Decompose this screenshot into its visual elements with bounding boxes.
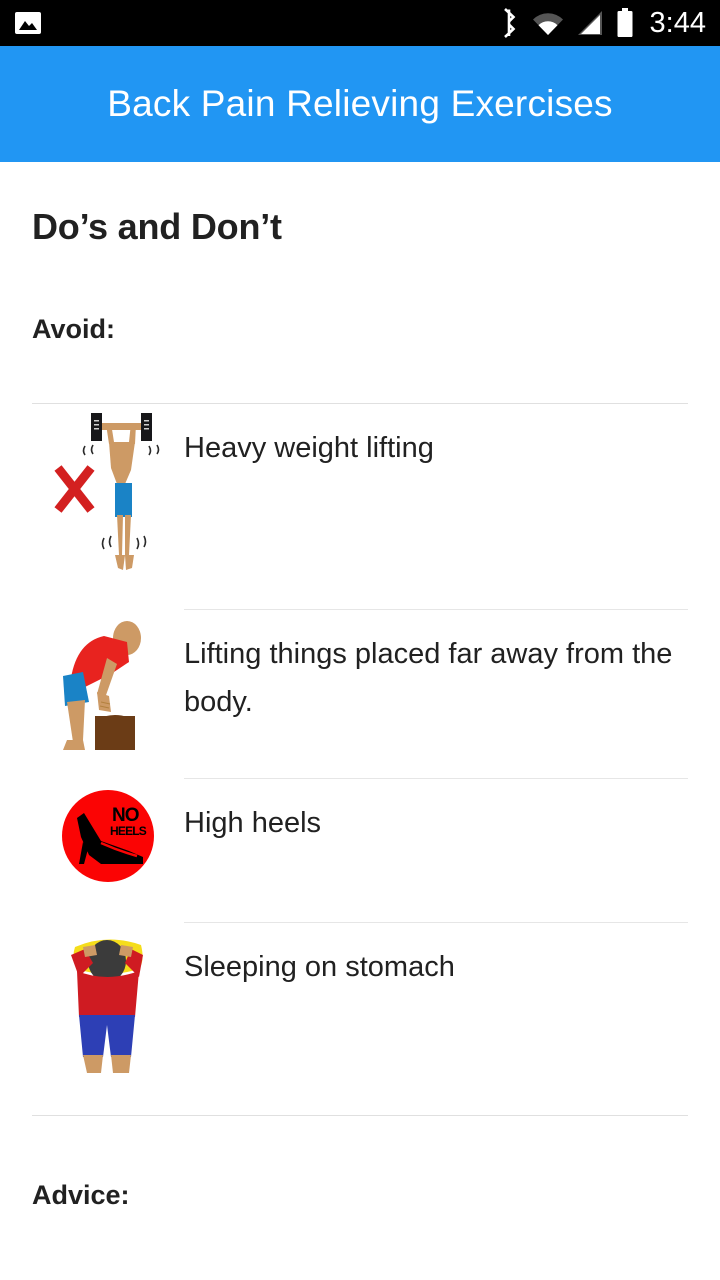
avoid-list: Heavy weight lifting Lifting things plac…: [0, 404, 720, 1115]
list-item-label: Heavy weight lifting: [184, 432, 434, 464]
svg-text:NO: NO: [112, 805, 139, 826]
bending-forward-to-box-illustration: [32, 610, 184, 756]
list-bottom-divider: [32, 1115, 688, 1116]
status-clock: 3:44: [649, 6, 706, 39]
content-area: Do’s and Don’t Avoid: Heavy weight lifti…: [0, 206, 720, 1280]
list-item[interactable]: Lifting things placed far away from the …: [0, 610, 720, 778]
list-item-label: Sleeping on stomach: [184, 951, 455, 983]
app-bar-title: Back Pain Relieving Exercises: [107, 83, 613, 124]
cellular-signal-icon: [576, 10, 604, 36]
page-title: Do’s and Don’t: [32, 206, 282, 247]
avoid-section-heading: Avoid:: [32, 314, 115, 344]
list-item[interactable]: Sleeping on stomach: [0, 923, 720, 1115]
list-item[interactable]: NO HEELS High heels: [0, 779, 720, 922]
image-icon: [14, 9, 42, 37]
wifi-icon: [532, 10, 564, 36]
list-item-label: Lifting things placed far away from the …: [184, 638, 673, 718]
notification-area: [14, 9, 42, 37]
list-item-label: High heels: [184, 807, 322, 839]
status-icons: 3:44: [498, 0, 706, 46]
app-bar: Back Pain Relieving Exercises: [0, 46, 720, 162]
no-high-heels-illustration: NO HEELS: [32, 779, 184, 887]
list-item[interactable]: Heavy weight lifting: [0, 404, 720, 609]
barbell-overhead-lifting-illustration: [32, 404, 184, 582]
advice-section-heading: Advice:: [32, 1180, 130, 1210]
bluetooth-icon: [498, 8, 520, 38]
sleeping-on-stomach-illustration: [32, 923, 184, 1077]
battery-icon: [616, 8, 634, 38]
svg-text:HEELS: HEELS: [110, 824, 147, 838]
status-bar: 3:44: [0, 0, 720, 46]
